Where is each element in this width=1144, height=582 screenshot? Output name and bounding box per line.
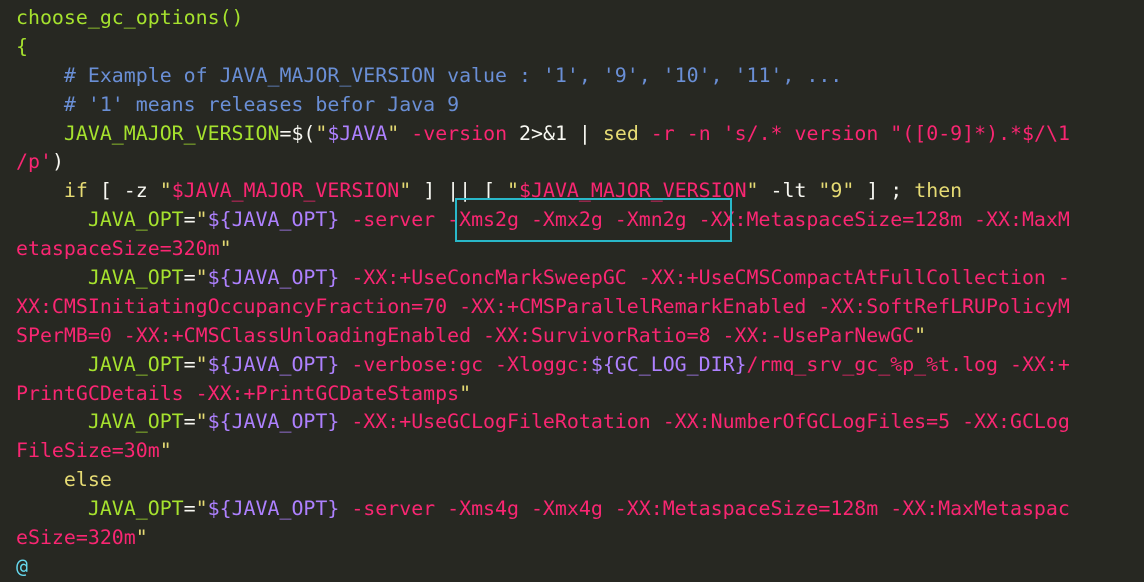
code-token: /p' [16,150,52,174]
code-token: XX:CMSInitiatingOccupancyFraction=70 -XX… [16,294,1070,318]
code-token: = [183,266,196,290]
code-token: " [195,410,208,434]
code-token: =$( [279,121,316,145]
code-line: /p') [16,148,1140,177]
code-token: " [219,237,232,261]
code-token: -server -Xms4g -Xmx4g -XX:MetaspaceSize=… [339,497,1070,521]
code-token: -lt [758,179,819,203]
code-token: = [183,208,196,232]
code-token: sed [602,121,639,145]
code-token: ] ; [854,179,915,203]
code-token: JAVA_OPT [16,266,184,290]
code-token: ${GC_LOG_DIR} [590,352,747,376]
code-token: # Example of JAVA_MAJOR_VERSION value : … [16,63,843,87]
code-token: SPerMB=0 -XX:+CMSClassUnloadingEnabled -… [16,323,915,347]
code-line: PrintGCDetails -XX:+PrintGCDateStamps" [16,380,1140,409]
code-token: -XX:+UseConcMarkSweepGC -XX:+UseCMSCompa… [339,266,1070,290]
code-line: # Example of JAVA_MAJOR_VERSION value : … [16,62,1140,91]
code-line: FileSize=30m" [16,437,1140,466]
code-token: -verbose:gc -Xloggc: [339,352,591,376]
code-token: then [914,179,963,203]
code-token: { [16,34,28,58]
code-token: @ [16,554,28,578]
code-token: 2>&1 [519,121,567,145]
code-token: 's/.* version "([0-9]*).*$/\1 [722,121,1070,145]
code-line: SPerMB=0 -XX:+CMSClassUnloadingEnabled -… [16,322,1140,351]
code-token: " [387,121,400,145]
code-token: JAVA_MAJOR_VERSION [16,121,280,145]
code-token: ${JAVA_OPT} [207,208,340,232]
code-token: choose_gc_options() [16,6,244,29]
code-token: " [914,323,927,347]
code-token: JAVA_OPT [16,352,184,376]
code-token: | [566,121,603,145]
code-token: JAVA_OPT [16,410,184,434]
code-token: = [183,352,196,376]
code-token: -r -n [638,121,723,145]
code-line: { [16,33,1140,62]
code-token: ${JAVA_OPT} [207,352,340,376]
code-token: [ -z [87,179,160,203]
code-token: " [159,179,172,203]
code-token: "9" [818,179,855,203]
code-line: eSize=320m" [16,524,1140,553]
code-token: FileSize=30m [16,439,160,463]
code-token: ) [51,150,64,174]
code-token: PrintGCDetails -XX:+PrintGCDateStamps [16,381,460,405]
code-token: " [195,497,208,521]
code-token: " [159,439,172,463]
code-token: ${JAVA_OPT} [207,410,340,434]
code-token: " [399,179,412,203]
code-token: JAVA_OPT [16,497,184,521]
code-line: XX:CMSInitiatingOccupancyFraction=70 -XX… [16,293,1140,322]
code-line: JAVA_OPT="${JAVA_OPT} -XX:+UseConcMarkSw… [16,264,1140,293]
code-token: " [746,179,759,203]
highlight-box [455,198,732,242]
code-token: if [16,179,88,203]
code-line: JAVA_OPT="${JAVA_OPT} -verbose:gc -Xlogg… [16,351,1140,380]
code-line: JAVA_OPT="${JAVA_OPT} -XX:+UseGCLogFileR… [16,408,1140,437]
code-line: choose_gc_options() [16,4,1140,33]
code-token: " [315,121,328,145]
code-token: " [195,352,208,376]
code-token: $JAVA [327,121,388,145]
code-token: " [135,526,148,550]
code-token: else [16,468,112,492]
code-token: -version [399,121,520,145]
code-token: " [195,208,208,232]
code-line: JAVA_OPT="${JAVA_OPT} -server -Xms4g -Xm… [16,495,1140,524]
code-token: eSize=320m [16,526,136,550]
code-token: " [195,266,208,290]
code-token: = [183,410,196,434]
code-token: JAVA_OPT [16,208,184,232]
code-line: @ [16,553,1140,582]
code-token: # '1' means releases befor Java 9 [16,92,460,116]
code-line: else [16,466,1140,495]
code-token: /rmq_srv_gc_%p_%t.log -XX:+ [746,352,1070,376]
code-token: " [459,381,472,405]
code-token: $JAVA_MAJOR_VERSION [171,179,400,203]
code-token: etaspaceSize=320m [16,237,220,261]
code-editor[interactable]: choose_gc_options() { # Example of JAVA_M… [16,4,1140,582]
code-line: # '1' means releases befor Java 9 [16,91,1140,120]
code-token: -XX:+UseGCLogFileRotation -XX:NumberOfGC… [339,410,1070,434]
code-token: = [183,497,196,521]
code-token: ${JAVA_OPT} [207,266,340,290]
code-token: ${JAVA_OPT} [207,497,340,521]
code-line: JAVA_MAJOR_VERSION=$("$JAVA" -version 2>… [16,120,1140,149]
